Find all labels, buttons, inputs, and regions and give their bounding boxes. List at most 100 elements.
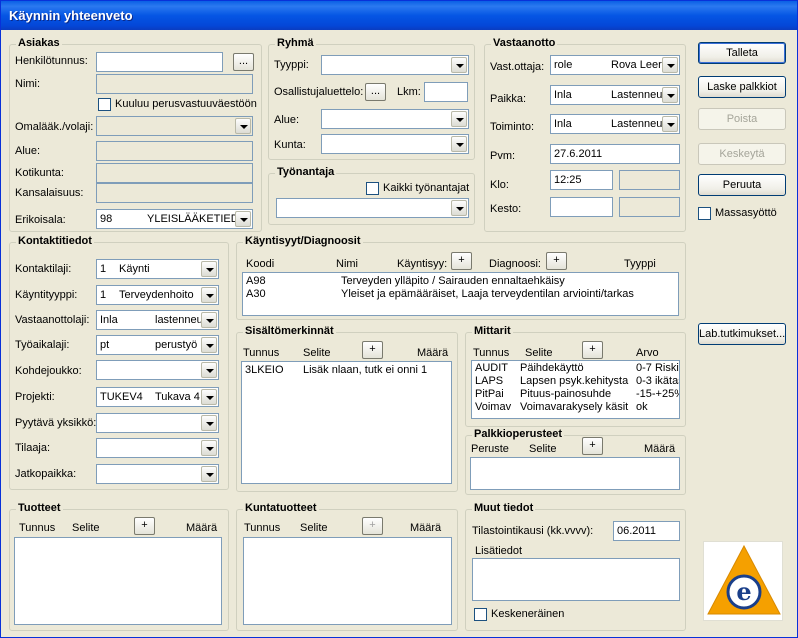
tilaaja-select[interactable]: [96, 438, 219, 458]
projekti-select[interactable]: TUKEV4 Tukava 4: [96, 387, 219, 407]
chevron-down-icon[interactable]: [662, 116, 678, 132]
legend-tyonantaja: Työnantaja: [275, 166, 337, 178]
add-kayntisyy-button[interactable]: +: [451, 252, 472, 270]
legend-vastaanotto: Vastaanotto: [491, 37, 558, 49]
kuuluu-checkbox[interactable]: [98, 98, 111, 111]
massasyotto-checkbox[interactable]: [698, 207, 711, 220]
tilastointikausi-input[interactable]: 06.2011: [613, 521, 680, 541]
jatkopaikka-select[interactable]: [96, 464, 219, 484]
list-item-tunnus: PitPai: [475, 388, 504, 400]
palkkio-list[interactable]: [470, 457, 680, 490]
paikka-select[interactable]: Inla Lastenneu: [550, 85, 680, 105]
label-kontaktilaji: Kontaktilaji:: [15, 263, 72, 275]
add-kuntatuote-button[interactable]: +: [362, 517, 383, 535]
list-item-arvo: 0-3 ikätas: [636, 375, 680, 387]
kuntatuotteet-list[interactable]: [243, 537, 452, 625]
col-peruste: Peruste: [471, 443, 509, 455]
alue-field: [96, 141, 253, 161]
col-selite: Selite: [529, 443, 557, 455]
add-palkkio-button[interactable]: +: [582, 437, 603, 455]
tyonantaja-select[interactable]: [276, 198, 469, 218]
chevron-down-icon[interactable]: [201, 261, 217, 277]
chevron-down-icon[interactable]: [201, 337, 217, 353]
lkm-input[interactable]: [424, 82, 468, 102]
label-vastaanottolaji: Vastaanottolaji:: [15, 314, 90, 326]
chevron-down-icon[interactable]: [235, 211, 251, 227]
chevron-down-icon[interactable]: [662, 87, 678, 103]
poista-button[interactable]: Poista: [698, 108, 786, 130]
erikoisala-select[interactable]: 98 YLEISLÄÄKETIED: [96, 209, 253, 229]
chevron-down-icon[interactable]: [201, 415, 217, 431]
osallistuja-browse-button[interactable]: ...: [365, 83, 386, 101]
logo-letter: e: [736, 577, 751, 606]
lab-tutkimukset-button[interactable]: Lab.tutkimukset...: [698, 323, 786, 345]
label-kesto: Kesto:: [490, 203, 522, 215]
keskeyta-button[interactable]: Keskeytä: [698, 143, 786, 165]
add-diagnoosi-button[interactable]: +: [546, 252, 567, 270]
legend-tuotteet: Tuotteet: [16, 502, 63, 514]
chevron-down-icon[interactable]: [201, 466, 217, 482]
chevron-down-icon[interactable]: [451, 136, 467, 152]
kayntisyyt-list[interactable]: A98 Terveyden ylläpito / Sairauden ennal…: [242, 272, 679, 316]
talleta-button[interactable]: Talleta: [698, 42, 786, 64]
kotikunta-field: [96, 163, 253, 183]
col-maara: Määrä: [417, 347, 449, 359]
sisalto-list[interactable]: 3LKEIO Lisäk nlaan, tutk ei onni 1: [241, 361, 452, 484]
vastaanottolaji-select[interactable]: Inla lastenneu: [96, 310, 219, 330]
chevron-down-icon[interactable]: [201, 312, 217, 328]
label-alue: Alue:: [15, 145, 41, 157]
chevron-down-icon[interactable]: [201, 389, 217, 405]
kesto-input[interactable]: [550, 197, 613, 217]
col-nimi: Nimi: [336, 258, 358, 270]
chevron-down-icon[interactable]: [201, 440, 217, 456]
kohdejoukko-select[interactable]: [96, 360, 219, 380]
peruuta-button[interactable]: Peruuta: [698, 174, 786, 196]
ryhma-tyyppi-select[interactable]: [321, 55, 469, 75]
col-tunnus: Tunnus: [243, 347, 280, 359]
legend-kontaktitiedot: Kontaktitiedot: [16, 235, 94, 247]
add-tuote-button[interactable]: +: [134, 517, 155, 535]
chevron-down-icon[interactable]: [451, 111, 467, 127]
keskenerainen-checkbox[interactable]: [474, 608, 487, 621]
projekti-name: Tukava 4: [155, 391, 200, 403]
toiminto-name: Lastenneu: [611, 118, 663, 130]
lisatiedot-textarea[interactable]: [472, 558, 680, 601]
omalaak-select[interactable]: [96, 116, 253, 136]
chevron-down-icon[interactable]: [451, 200, 467, 216]
kontaktilaji-select[interactable]: 1 Käynti: [96, 259, 219, 279]
ryhma-kunta-select[interactable]: [321, 134, 469, 154]
mittarit-list[interactable]: AUDIT Päihdekäyttö 0-7 Riskil LAPS Lapse…: [471, 360, 680, 419]
henkilotunnus-input[interactable]: [96, 52, 223, 72]
label-osallistujaluettelo: Osallistujaluettelo:: [274, 86, 364, 98]
pyytava-select[interactable]: [96, 413, 219, 433]
add-mittari-button[interactable]: +: [582, 341, 603, 359]
add-sisalto-button[interactable]: +: [362, 341, 383, 359]
kaikki-tyonantajat-checkbox[interactable]: [366, 182, 379, 195]
chevron-down-icon[interactable]: [201, 287, 217, 303]
list-item-tunnus: AUDIT: [475, 362, 508, 374]
label-paikka: Paikka:: [490, 93, 527, 105]
legend-sisaltomerkinnat: Sisältömerkinnät: [243, 325, 336, 337]
label-kaikki-tyonantajat: Kaikki työnantajat: [383, 182, 470, 194]
label-kohdejoukko: Kohdejoukko:: [15, 365, 82, 377]
tuotteet-list[interactable]: [14, 537, 222, 625]
chevron-down-icon[interactable]: [235, 118, 251, 134]
label-henkilotunnus: Henkilötunnus:: [15, 55, 88, 67]
chevron-down-icon[interactable]: [451, 57, 467, 73]
chevron-down-icon[interactable]: [662, 57, 678, 73]
henkilotunnus-browse-button[interactable]: ...: [233, 53, 254, 71]
ryhma-alue-select[interactable]: [321, 109, 469, 129]
tyoaikalaji-select[interactable]: pt perustyö: [96, 335, 219, 355]
label-ryhma-alue: Alue:: [274, 114, 300, 126]
vastottaja-select[interactable]: role Rova Leer: [550, 55, 680, 75]
klo-input[interactable]: 12:25: [550, 170, 613, 190]
chevron-down-icon[interactable]: [201, 362, 217, 378]
kayntityyppi-select[interactable]: 1 Terveydenhoito: [96, 285, 219, 305]
projekti-code: TUKEV4: [100, 391, 143, 403]
toiminto-select[interactable]: Inla Lastenneu: [550, 114, 680, 134]
col-tunnus: Tunnus: [473, 347, 510, 359]
kontaktilaji-name: Käynti: [119, 263, 150, 275]
list-item-name: Terveyden ylläpito / Sairauden ennaltaeh…: [341, 275, 565, 287]
pvm-input[interactable]: 27.6.2011: [550, 144, 680, 164]
laske-palkkiot-button[interactable]: Laske palkkiot: [698, 76, 786, 98]
